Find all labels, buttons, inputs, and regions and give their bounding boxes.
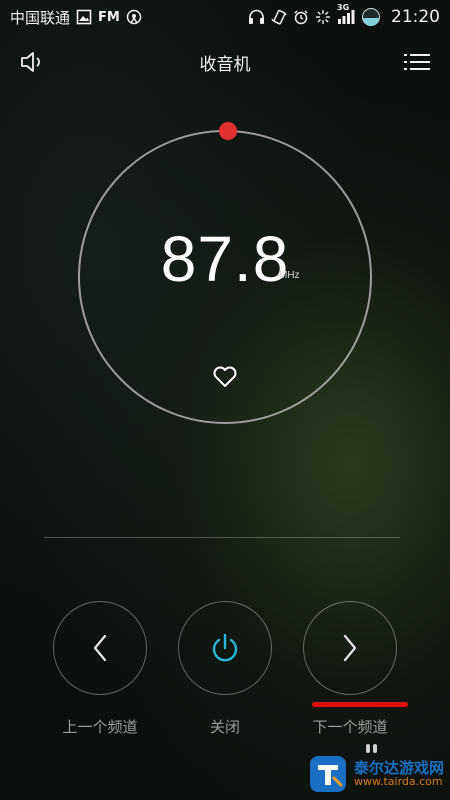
network-type: 3G (337, 3, 350, 12)
menu-button[interactable] (402, 48, 432, 76)
next-channel-button[interactable] (303, 601, 397, 695)
frequency-unit: MHz (279, 270, 300, 281)
watermark-url: www.tairda.com (353, 775, 443, 789)
heart-outline-icon (213, 366, 237, 387)
next-channel-highlight (312, 702, 408, 707)
tuner-dial[interactable]: 87.8 MHz (78, 122, 372, 424)
divider (44, 537, 400, 538)
page-title: 收音机 (199, 55, 251, 75)
fm-indicator: FM (98, 9, 120, 25)
page-dot (373, 744, 377, 753)
clock: 21:20 (391, 7, 440, 27)
previous-channel-button[interactable] (53, 601, 147, 695)
power-label: 关闭 (209, 718, 240, 736)
battery-icon (361, 7, 381, 27)
alarm-icon (293, 9, 309, 25)
watermark: 泰尔达游戏网 www.tairda.com (308, 754, 444, 794)
page-indicator (366, 744, 377, 753)
sync-icon (315, 9, 331, 25)
headphone-icon (248, 9, 265, 25)
image-icon (76, 9, 92, 25)
signal-icon: 3G (337, 3, 355, 25)
vibrate-icon (271, 9, 287, 25)
chevron-left-icon (93, 634, 107, 662)
power-button[interactable] (178, 601, 272, 695)
watermark-name: 泰尔达游戏网 (353, 758, 444, 777)
power-icon (212, 633, 238, 662)
carrier-name: 中国联通 (10, 8, 71, 27)
chevron-right-icon (343, 634, 357, 662)
status-bar-left: 中国联通 FM (10, 7, 142, 28)
status-bar-right: 3G 21:20 (248, 3, 440, 27)
tairda-logo-icon (309, 756, 346, 792)
next-channel-label: 下一个频道 (312, 718, 388, 736)
watermark-text: 泰尔达游戏网 www.tairda.com (354, 760, 444, 789)
status-bar: 中国联通 FM 3G 21:20 (0, 0, 450, 34)
frequency-display: 87.8 (78, 222, 372, 296)
frequency-value: 87.8 (160, 223, 290, 295)
tuning-marker[interactable] (219, 122, 237, 140)
favorite-button[interactable] (210, 362, 240, 392)
previous-channel-label: 上一个频道 (62, 718, 138, 736)
page-dot (366, 744, 370, 753)
menu-icon (404, 54, 430, 70)
app-header: 收音机 (0, 40, 450, 84)
broadcast-icon (126, 9, 142, 25)
